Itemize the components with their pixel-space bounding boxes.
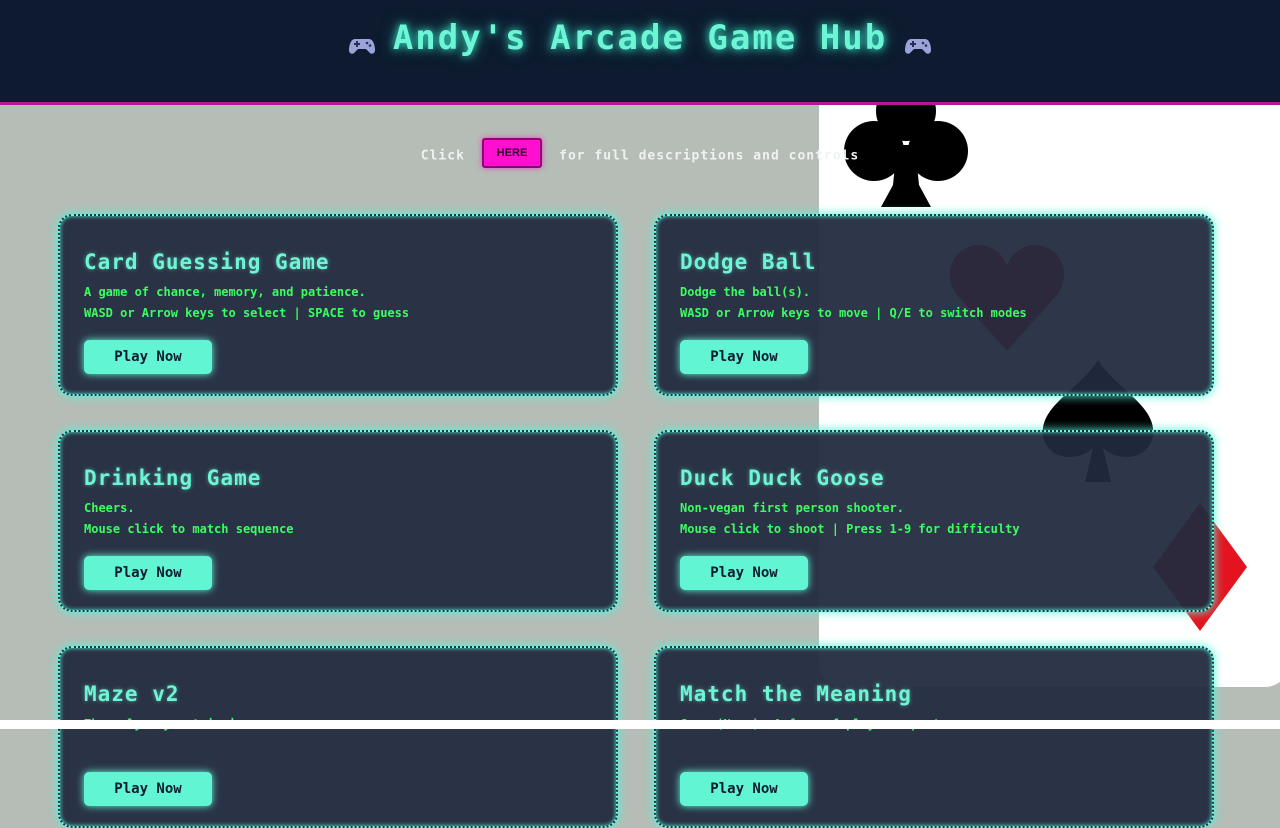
game-title: Match the Meaning bbox=[680, 682, 912, 706]
play-now-button[interactable]: Play Now bbox=[680, 340, 808, 374]
game-tagline: Dodge the ball(s). bbox=[680, 285, 811, 299]
site-header: Andy's Arcade Game Hub bbox=[0, 0, 1280, 105]
play-now-button[interactable]: Play Now bbox=[84, 772, 212, 806]
game-title: Drinking Game bbox=[84, 466, 262, 490]
info-suffix: for full descriptions and controls bbox=[559, 148, 860, 164]
game-description: Cheers. Mouse click to match sequence bbox=[84, 498, 294, 540]
game-tagline: A game of chance, memory, and patience. bbox=[84, 285, 366, 299]
info-line: Click HERE for full descriptions and con… bbox=[0, 138, 1280, 171]
play-now-button[interactable]: Play Now bbox=[680, 556, 808, 590]
game-title: Card Guessing Game bbox=[84, 250, 330, 274]
game-card-card-guessing: Card Guessing Game A game of chance, mem… bbox=[58, 214, 618, 396]
game-card-drinking-game: Drinking Game Cheers. Mouse click to mat… bbox=[58, 430, 618, 612]
game-description: Dodge the ball(s). WASD or Arrow keys to… bbox=[680, 282, 1027, 324]
game-title: Dodge Ball bbox=[680, 250, 817, 274]
gamepad-icon bbox=[348, 37, 375, 55]
game-controls: Mouse click to match sequence bbox=[84, 522, 294, 536]
here-button[interactable]: HERE bbox=[481, 138, 543, 168]
game-description: Non-vegan first person shooter. Mouse cl… bbox=[680, 498, 1020, 540]
info-prefix: Click bbox=[420, 148, 465, 164]
game-card-dodge-ball: Dodge Ball Dodge the ball(s). WASD or Ar… bbox=[654, 214, 1214, 396]
game-title: Duck Duck Goose bbox=[680, 466, 885, 490]
play-now-button[interactable]: Play Now bbox=[680, 772, 808, 806]
game-card-match-the-meaning: Match the Meaning Game (Noun): A form of… bbox=[654, 646, 1214, 828]
game-card-duck-duck-goose: Duck Duck Goose Non-vegan first person s… bbox=[654, 430, 1214, 612]
play-now-button[interactable]: Play Now bbox=[84, 556, 212, 590]
game-controls: WASD or Arrow keys to select | SPACE to … bbox=[84, 306, 410, 320]
game-card-maze-v2: Maze v2 The only way out is in. Play Now bbox=[58, 646, 618, 828]
game-tagline: Cheers. bbox=[84, 501, 135, 515]
page-title: Andy's Arcade Game Hub bbox=[0, 18, 1280, 58]
game-tagline: Non-vegan first person shooter. bbox=[680, 501, 904, 515]
play-now-button[interactable]: Play Now bbox=[84, 340, 212, 374]
title-text: Andy's Arcade Game Hub bbox=[392, 18, 888, 58]
bottom-edge bbox=[0, 720, 1280, 729]
game-controls: WASD or Arrow keys to move | Q/E to swit… bbox=[680, 306, 1027, 320]
gamepad-icon bbox=[905, 37, 932, 55]
game-description: A game of chance, memory, and patience. … bbox=[84, 282, 409, 324]
game-title: Maze v2 bbox=[84, 682, 180, 706]
game-controls: Mouse click to shoot | Press 1-9 for dif… bbox=[680, 522, 1020, 536]
